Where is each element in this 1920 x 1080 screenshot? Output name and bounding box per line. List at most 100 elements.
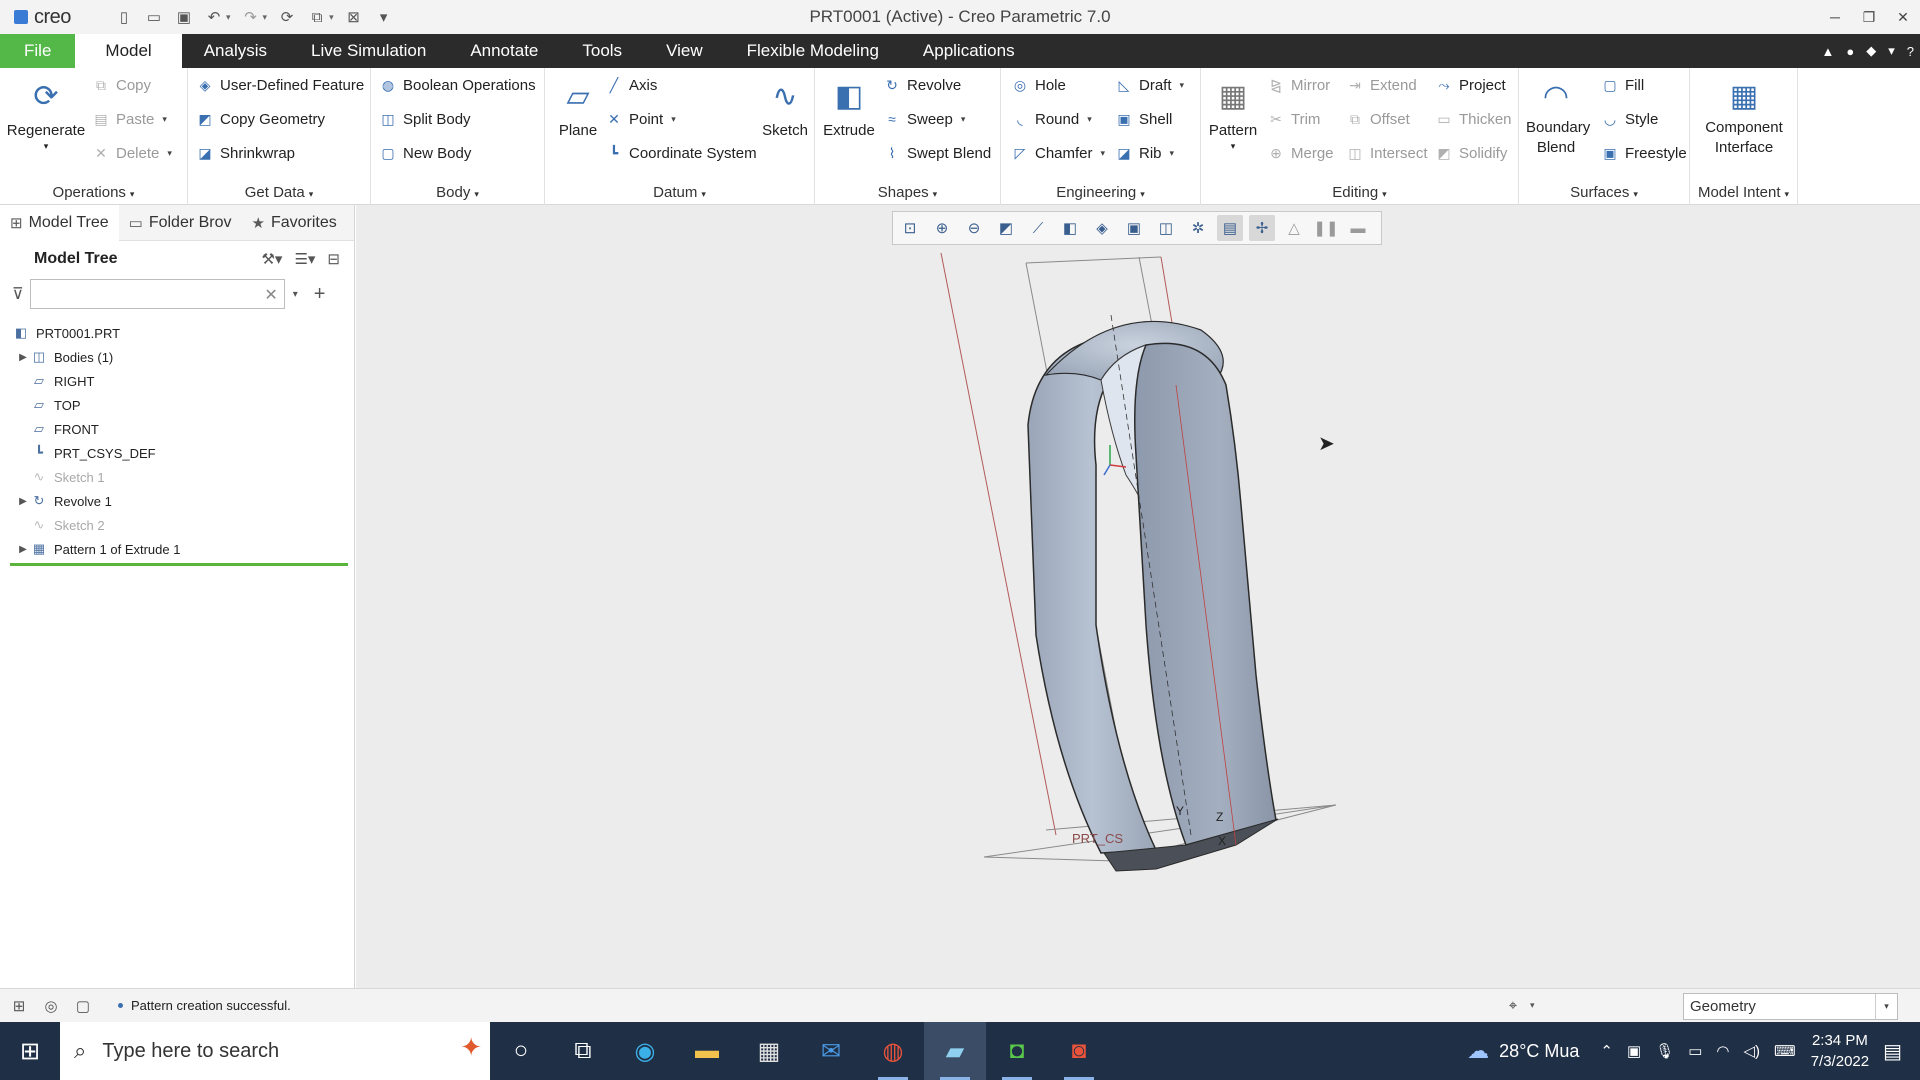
tree-search-input[interactable] [30,280,284,308]
offset-button[interactable]: ⧉ Offset [1346,110,1410,128]
help-icon[interactable]: ? [1907,44,1914,59]
battery-icon[interactable]: ▭ [1688,1042,1702,1060]
tree-node-bodies[interactable]: ▶ ◫ Bodies (1) [0,345,354,369]
shapes-group-label[interactable]: Shapes ▾ [815,184,1000,201]
rib-button[interactable]: ◪ Rib ▾ [1115,144,1174,162]
model-3d-view[interactable]: PRT_CS Y Z X [356,205,1920,988]
editing-group-label[interactable]: Editing ▾ [1201,184,1518,201]
tab-flexible-modeling[interactable]: Flexible Modeling [725,34,901,68]
tab-model[interactable]: Model [75,34,182,68]
tree-node-right[interactable]: ▱ RIGHT [0,369,354,393]
draft-button[interactable]: ◺ Draft ▾ [1115,76,1184,94]
split-body-button[interactable]: ◫ Split Body [379,110,470,128]
hole-button[interactable]: ◎ Hole [1011,76,1066,94]
close-window-icon[interactable]: ⊠ [344,7,364,27]
taskbar-clock[interactable]: 2:34 PM 7/3/2022 [1811,1030,1869,1072]
tree-node-sketch-2[interactable]: ∿ Sketch 2 [0,513,354,537]
open-icon[interactable]: ▭ [144,7,164,27]
regenerate-icon[interactable]: ⟳ [277,7,297,27]
ribbon-options-icon[interactable]: ▾ [1888,43,1895,59]
tray-app-icon[interactable]: ▣ [1627,1042,1641,1060]
minimize-ribbon-icon[interactable]: ▲ [1822,44,1835,59]
task-view-icon[interactable]: ⧉ [552,1022,614,1080]
round-button[interactable]: ◟ Round ▾ [1011,110,1091,128]
paste-button[interactable]: ▤ Paste ▾ [92,110,167,128]
chamfer-button[interactable]: ◸ Chamfer ▾ [1011,144,1105,162]
find-dropdown-icon[interactable]: ▾ [1530,1000,1535,1011]
redo-icon[interactable]: ↷ [241,7,261,27]
redo-dropdown-icon[interactable]: ▾ [263,12,268,23]
regenerate-button[interactable]: ⟳ Regenerate ▾ [6,76,86,152]
axis-button[interactable]: ╱ Axis [605,76,658,94]
undo-dropdown-icon[interactable]: ▾ [226,12,231,23]
find-icon[interactable]: ⌖ [1500,992,1526,1018]
undo-icon[interactable]: ↶ [204,7,224,27]
chrome-icon[interactable]: ◍ [862,1022,924,1080]
boundary-blend-button[interactable]: ◠ Boundary Blend [1523,76,1590,158]
freestyle-button[interactable]: ▣ Freestyle [1601,144,1686,162]
creo-taskbar-icon[interactable]: ▰ [924,1022,986,1080]
tree-filter-icon[interactable]: ⊟ [327,250,340,268]
cortana-icon[interactable]: ○ [490,1022,552,1080]
revolve-button[interactable]: ↻ Revolve [883,76,961,94]
tab-tools[interactable]: Tools [560,34,644,68]
copy-geometry-button[interactable]: ◩ Copy Geometry [196,110,325,128]
pattern-button[interactable]: ▦ Pattern ▾ [1205,76,1261,152]
close-icon[interactable]: ✕ [1886,0,1920,34]
tab-annotate[interactable]: Annotate [448,34,560,68]
expand-icon[interactable]: ▶ [16,496,30,507]
clear-search-icon[interactable]: ✕ [264,285,277,305]
edge-icon[interactable]: ◉ [614,1022,676,1080]
add-filter-icon[interactable]: + [314,283,326,306]
thicken-button[interactable]: ▭ Thicken [1435,110,1511,128]
file-explorer-icon[interactable]: ▬ [676,1022,738,1080]
component-interface-button[interactable]: ▦ Component Interface [1694,76,1794,158]
operations-group-label[interactable]: Operations ▾ [0,184,187,201]
insert-here-indicator[interactable] [10,563,348,566]
expand-icon[interactable]: ▶ [16,352,30,363]
tab-model-tree[interactable]: ⊞ Model Tree [0,204,119,241]
learning-icon[interactable]: ◆ [1866,43,1876,59]
boolean-operations-button[interactable]: ◍ Boolean Operations [379,76,536,94]
filter-icon[interactable]: ⊽ [12,284,24,304]
wifi-icon[interactable]: ◠ [1716,1042,1729,1060]
datum-group-label[interactable]: Datum ▾ [545,184,814,201]
selection-filter-dropdown[interactable]: Geometry ▾ [1683,993,1898,1020]
tree-settings-icon[interactable]: ⚒▾ [261,250,282,268]
user-defined-feature-button[interactable]: ◈ User-Defined Feature [196,76,365,94]
tab-analysis[interactable]: Analysis [182,34,289,68]
customize-icon[interactable]: ▾ [374,7,394,27]
surfaces-group-label[interactable]: Surfaces ▾ [1519,184,1689,201]
trim-button[interactable]: ✂ Trim [1267,110,1320,128]
get-data-group-label[interactable]: Get Data ▾ [188,184,370,201]
tab-applications[interactable]: Applications [901,34,1037,68]
style-button[interactable]: ◡ Style [1601,110,1658,128]
sweep-button[interactable]: ≈ Sweep ▾ [883,110,965,128]
point-button[interactable]: ✕ Point ▾ [605,110,676,128]
coordinate-system-button[interactable]: ┗ Coordinate System [605,144,757,162]
body-group-label[interactable]: Body ▾ [371,184,544,201]
model-intent-group-label[interactable]: Model Intent ▾ [1690,184,1797,201]
fill-button[interactable]: ▢ Fill [1601,76,1644,94]
tree-node-sketch-1[interactable]: ∿ Sketch 1 [0,465,354,489]
camtasia-icon[interactable]: ◘ [986,1022,1048,1080]
extend-button[interactable]: ⇥ Extend [1346,76,1417,94]
microphone-icon[interactable]: 🎙 [1655,1042,1674,1060]
restore-icon[interactable]: ❐ [1852,0,1886,34]
tab-live-simulation[interactable]: Live Simulation [289,34,448,68]
sketch-button[interactable]: ∿ Sketch [757,76,813,140]
delete-button[interactable]: ✕ Delete ▾ [92,144,172,162]
windows-icon[interactable]: ⧉ [307,7,327,27]
taskbar-search-box[interactable]: ⌕ Type here to search ✦ [60,1022,490,1080]
project-button[interactable]: ⤳ Project [1435,76,1505,94]
new-body-button[interactable]: ▢ New Body [379,144,471,162]
store-icon[interactable]: ▦ [738,1022,800,1080]
graphics-viewport[interactable]: ⊡ ⊕ ⊖ ◩ ⟋ ◧ ◈ ▣ ◫ ✲ ▤ ✢ △ ❚❚ ▬ PRT_CS Y … [356,205,1920,988]
tab-favorites[interactable]: ★ Favorites [242,205,347,241]
browser-toggle-icon[interactable]: ◎ [38,993,64,1019]
search-dropdown-icon[interactable]: ▾ [293,289,298,300]
swept-blend-button[interactable]: ⌇ Swept Blend [883,144,992,162]
tree-node-revolve-1[interactable]: ▶ ↻ Revolve 1 [0,489,354,513]
shell-button[interactable]: ▣ Shell [1115,110,1172,128]
merge-button[interactable]: ⊕ Merge [1267,144,1333,162]
